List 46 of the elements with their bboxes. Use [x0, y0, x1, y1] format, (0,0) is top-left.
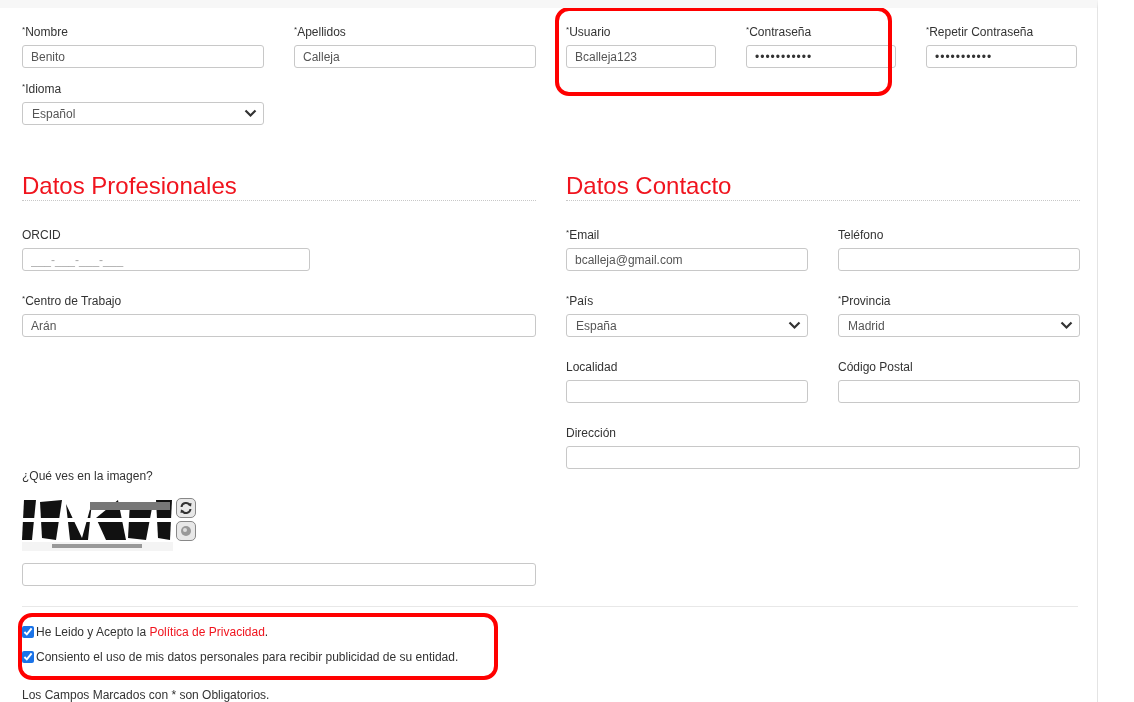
consent-text: Consiento el uso de mis datos personales para recibir publicidad de su entidad. — [36, 650, 459, 664]
input-field[interactable]: Arán — [22, 314, 536, 337]
required-note: Los Campos Marcados con * son Obligatorios. — [22, 688, 271, 702]
checkbox[interactable] — [22, 626, 34, 638]
field-label: Localidad — [566, 360, 619, 375]
refresh-icon — [179, 501, 193, 515]
field-label: Código Postal — [838, 360, 914, 375]
chevron-icon — [244, 109, 257, 118]
captcha-question: ¿Qué ves en la imagen? — [22, 469, 154, 484]
refresh-button[interactable] — [176, 498, 196, 518]
field-label: $^{*}$Centro de Trabajo — [22, 294, 123, 309]
password-field[interactable]: ••••••••••• — [746, 45, 896, 68]
input-field[interactable] — [566, 380, 808, 403]
field-label: $^{*}$País — [566, 294, 595, 309]
field-label: $^{*}$Contraseña — [746, 25, 813, 40]
field-label: $^{*}$Apellidos — [294, 25, 347, 40]
field-label: Teléfono — [838, 228, 885, 243]
select-field[interactable]: Español — [22, 102, 264, 125]
input-field[interactable]: Bcalleja123 — [566, 45, 716, 68]
field-label: ORCID — [22, 228, 62, 243]
section-title: Datos Profesionales — [22, 172, 238, 200]
password-field[interactable]: ••••••••••• — [926, 45, 1077, 68]
input-field[interactable]: Benito — [22, 45, 264, 68]
chevron-icon — [1060, 321, 1073, 330]
select-field[interactable]: España — [566, 314, 808, 337]
field-label: $^{*}$Provincia — [838, 294, 892, 309]
section-title: Datos Contacto — [566, 172, 733, 200]
input-field[interactable]: bcalleja@gmail.com — [566, 248, 808, 271]
field-label: $^{*}$Email — [566, 228, 601, 243]
field-label: $^{*}$Nombre — [22, 25, 69, 40]
disc-icon — [180, 525, 192, 537]
input-field[interactable]: ___-___-___-___ — [22, 248, 310, 271]
input-field[interactable] — [566, 446, 1080, 469]
privacy-link[interactable]: Política de Privacidad — [149, 625, 265, 639]
field-label: $^{*}$Usuario — [566, 25, 612, 40]
field-label: Dirección — [566, 426, 617, 441]
checkbox[interactable] — [22, 651, 34, 663]
select-field[interactable]: Madrid — [838, 314, 1080, 337]
captcha-input[interactable] — [22, 563, 536, 586]
consent-text: He Leido y Acepto la Política de Privacidad. — [36, 625, 269, 639]
input-field[interactable]: Calleja — [294, 45, 536, 68]
field-label: $^{*}$Idioma — [22, 82, 63, 97]
input-field[interactable] — [838, 248, 1080, 271]
field-label: $^{*}$Repetir Contraseña — [926, 25, 1035, 40]
chevron-icon — [788, 321, 801, 330]
input-field[interactable] — [838, 380, 1080, 403]
